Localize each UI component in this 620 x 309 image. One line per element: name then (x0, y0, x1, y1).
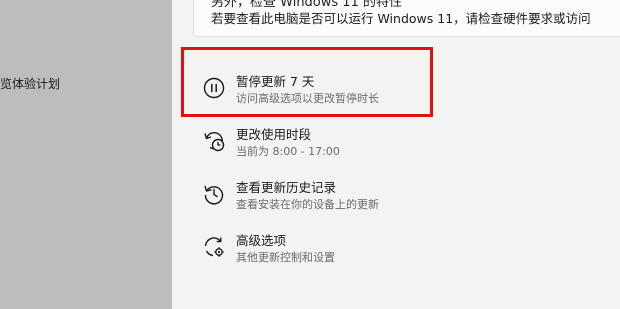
advanced-options-gear-icon (204, 237, 224, 257)
option-title: 高级选项 (236, 233, 287, 248)
sidebar-item-insider-program[interactable]: 览体验计划 (0, 75, 60, 92)
windows-update-settings: 览体验计划 另外，检查 Windows 11 的特性 若要查看此电脑是否可以运行… (0, 0, 620, 309)
pause-updates-option[interactable]: 暂停更新 7 天 访问高级选项以更改暂停时长 (198, 70, 598, 110)
sidebar-item-label: 览体验计划 (0, 77, 61, 91)
active-hours-clock-icon (204, 132, 225, 152)
windows11-info-text: 若要查看此电脑是否可以运行 Windows 11，请检查硬件要求或访问 (211, 11, 591, 26)
advanced-options-option[interactable]: 高级选项 其他更新控制和设置 (198, 229, 598, 269)
update-history-option[interactable]: 查看更新历史记录 查看安装在你的设备上的更新 (198, 176, 598, 216)
option-subtitle: 当前为 8:00 - 17:00 (236, 145, 340, 158)
pause-icon (203, 77, 225, 99)
option-subtitle: 访问高级选项以更改暂停时长 (236, 92, 379, 105)
option-title: 更改使用时段 (236, 127, 312, 142)
active-hours-option[interactable]: 更改使用时段 当前为 8:00 - 17:00 (198, 123, 598, 163)
history-icon (204, 185, 224, 205)
option-subtitle: 查看安装在你的设备上的更新 (236, 198, 379, 211)
option-subtitle: 其他更新控制和设置 (236, 251, 335, 264)
settings-sidebar: 览体验计划 (0, 0, 172, 309)
option-title: 暂停更新 7 天 (236, 74, 315, 89)
option-title: 查看更新历史记录 (236, 180, 337, 195)
main-content: 另外，检查 Windows 11 的特性 若要查看此电脑是否可以运行 Windo… (172, 0, 620, 309)
